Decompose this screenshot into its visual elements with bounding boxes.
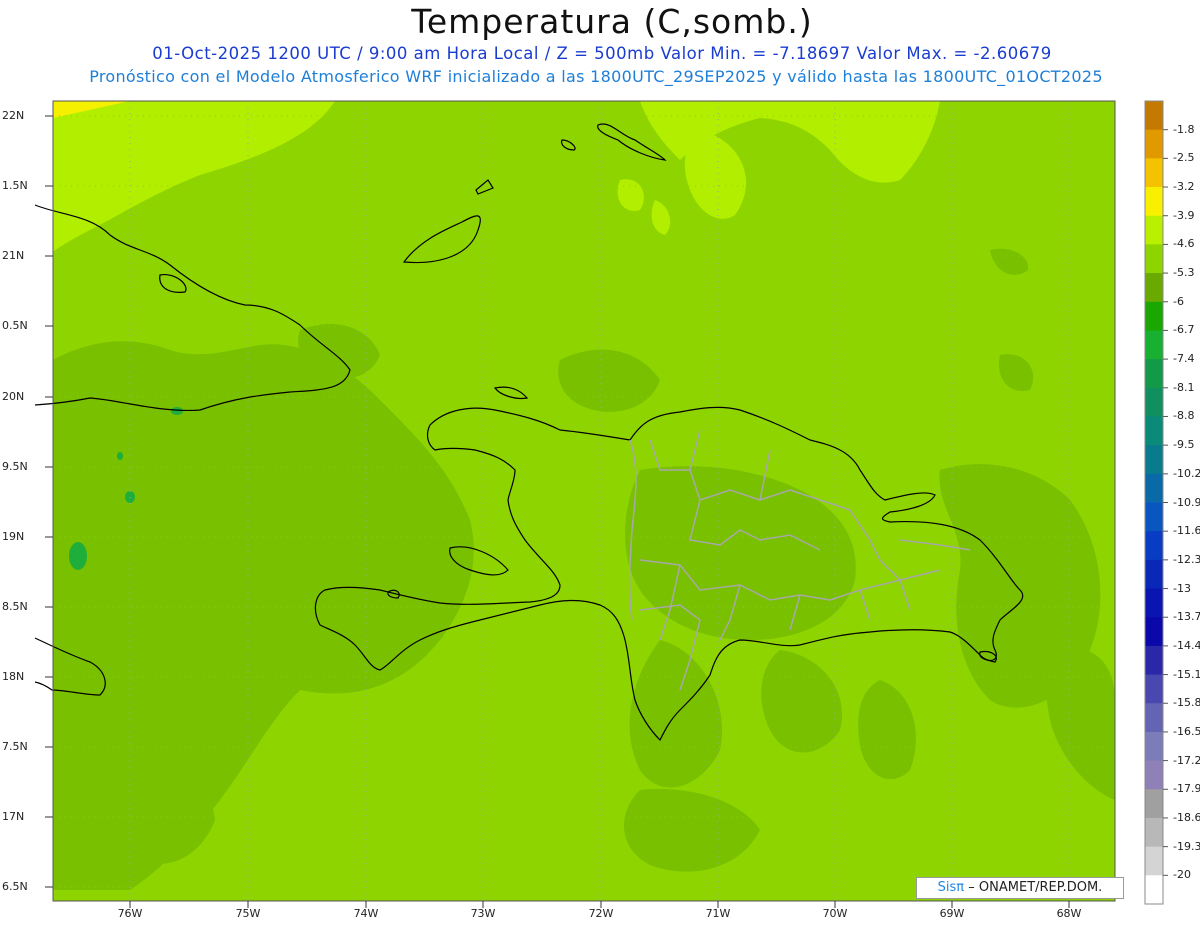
lon-label: 74W [353,907,379,920]
colorbar-swatch [1145,789,1163,819]
colorbar-label: -17.9 [1173,782,1200,796]
colorbar-label: -7.4 [1173,352,1195,366]
lat-label: 1.5N [2,179,28,192]
colorbar-swatch [1145,531,1163,561]
colorbar-swatch [1145,129,1163,159]
lat-label: 20N [2,390,25,403]
colorbar-swatch [1145,273,1163,303]
lat-label: 22N [2,109,25,122]
colorbar-swatch [1145,559,1163,590]
lon-label: 76W [117,907,143,920]
lon-label: 68W [1056,907,1082,920]
colorbar-swatch [1145,731,1163,762]
colorbar-swatch [1145,244,1163,274]
lat-label: 0.5N [2,319,28,332]
lon-label: 75W [235,907,261,920]
colorbar-swatch [1145,703,1163,733]
colorbar-label: -8.1 [1173,380,1195,394]
colorbar-label: -3.9 [1173,208,1195,222]
colorbar-label: -15.8 [1173,696,1200,710]
credit-box: Sisπ – ONAMET/REP.DOM. [916,877,1124,899]
colorbar-label: -13.7 [1173,610,1200,624]
colorbar-label: -10.9 [1173,495,1200,509]
colorbar-swatch [1145,817,1163,848]
colorbar-label: -6.7 [1173,323,1195,337]
colorbar-swatch [1145,187,1163,217]
lat-label: 8.5N [2,600,28,613]
colorbar-swatch [1145,760,1163,790]
colorbar-label: -20 [1173,868,1191,882]
colorbar-label: -14.4 [1173,638,1200,652]
colorbar-label: -5.3 [1173,266,1195,280]
colorbar-swatch [1145,846,1163,876]
colorbar-swatch [1145,387,1163,417]
lon-label: 69W [939,907,965,920]
lon-label: 72W [588,907,614,920]
credit-logo: Sisπ [937,880,965,895]
colorbar-swatch [1145,445,1163,475]
colorbar-swatch [1145,359,1163,389]
lat-label: 21N [2,249,25,262]
lat-label: 7.5N [2,740,28,753]
colorbar-swatch [1145,674,1163,704]
colorbar-swatch [1145,645,1163,676]
colorbar-label: -10.2 [1173,466,1200,480]
colorbar-swatch [1145,588,1163,618]
colorbar-label: -8.8 [1173,409,1195,423]
colorbar-swatch [1145,875,1163,905]
lat-label: 6.5N [2,880,28,893]
colorbar-label: -4.6 [1173,237,1195,251]
colorbar-swatch [1145,416,1163,446]
colorbar-label: -13 [1173,581,1191,595]
colorbar-label: -6 [1173,294,1184,308]
colorbar-label: -18.6 [1173,810,1200,824]
lat-label: 17N [2,810,25,823]
lat-label: 9.5N [2,460,28,473]
colorbar-swatch [1145,617,1163,647]
colorbar-label: -9.5 [1173,438,1195,452]
colorbar-swatch [1145,215,1163,245]
lon-label: 70W [822,907,848,920]
colorbar-label: -11.6 [1173,524,1200,538]
lon-label: 73W [470,907,496,920]
colorbar-swatch [1145,101,1163,131]
colorbar-swatch [1145,301,1163,331]
colorbar-label: -15.1 [1173,667,1200,681]
credit-text: – ONAMET/REP.DOM. [968,880,1103,895]
colorbar-swatch [1145,158,1163,188]
colorbar-label: -2.5 [1173,151,1195,165]
colorbar-label: -17.2 [1173,753,1200,767]
temperature-map [34,100,1168,908]
lat-label: 19N [2,530,25,543]
colorbar-swatch [1145,473,1163,503]
colorbar-label: -12.3 [1173,552,1200,566]
colorbar-label: -1.8 [1173,122,1195,136]
colorbar-label: -16.5 [1173,724,1200,738]
colorbar-swatch [1145,330,1163,360]
lat-label: 18N [2,670,25,683]
colorbar [1144,100,1168,905]
colorbar-label: -3.2 [1173,180,1195,194]
colorbar-label: -19.3 [1173,839,1200,853]
colorbar-swatch [1145,502,1163,532]
lon-label: 71W [705,907,731,920]
